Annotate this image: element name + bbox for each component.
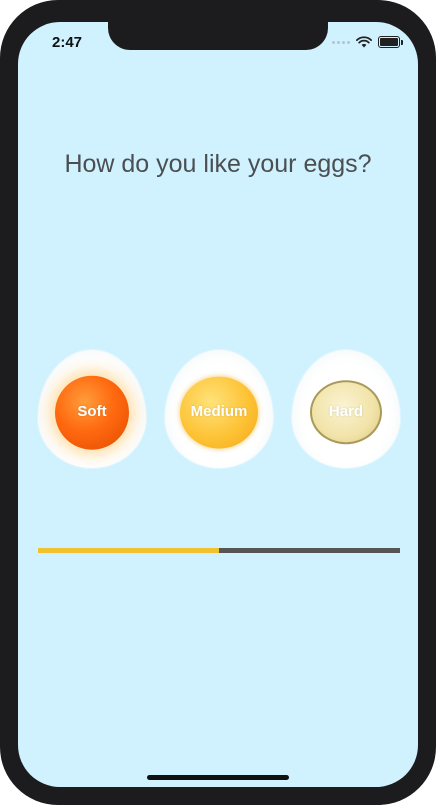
progress-fill (38, 548, 219, 553)
medium-egg-label: Medium (190, 403, 248, 421)
medium-egg-button[interactable]: Medium (165, 350, 273, 468)
device-notch (108, 22, 328, 50)
wifi-icon (356, 36, 372, 48)
soft-egg-label: Soft (77, 403, 107, 421)
soft-egg-button[interactable]: Soft (38, 350, 146, 468)
app-screen: 2:47 How do you like your eggs? Soft Med… (18, 22, 418, 787)
status-icons (332, 36, 403, 48)
page-title: How do you like your eggs? (64, 150, 372, 178)
home-indicator[interactable] (147, 775, 289, 780)
signal-icon (332, 40, 350, 44)
hard-egg-label: Hard (328, 403, 364, 421)
status-time: 2:47 (52, 34, 83, 51)
hard-egg-button[interactable]: Hard (292, 350, 400, 468)
phone-frame: 2:47 How do you like your eggs? Soft Med… (0, 0, 436, 805)
battery-icon (378, 36, 403, 48)
progress-bar (38, 548, 400, 553)
